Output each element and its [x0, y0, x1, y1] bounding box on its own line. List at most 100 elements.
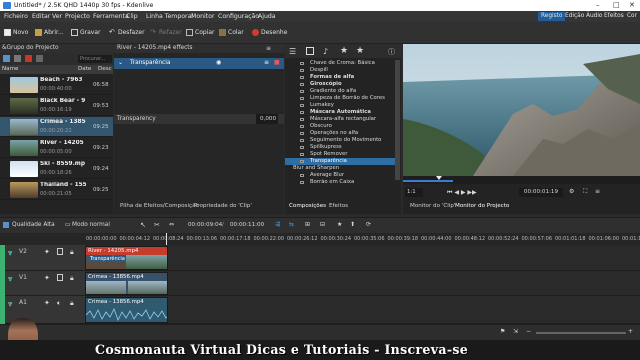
effect-item[interactable]: Giroscópio	[285, 81, 395, 88]
forward-icon[interactable]: ▶▶	[467, 189, 476, 196]
close-icon[interactable]: ✕	[629, 1, 635, 9]
bin-search-input[interactable]: Procurar...	[78, 55, 112, 63]
menu-editar[interactable]: Editar	[32, 13, 50, 20]
snap-icon[interactable]: ⇶	[275, 221, 280, 228]
effect-item[interactable]: Máscara Automática	[285, 109, 395, 116]
effect-item[interactable]: Borrão em Caixa	[285, 179, 395, 186]
effect-item[interactable]: Formas de alfa	[285, 74, 395, 81]
favorites-icon[interactable]: ★	[356, 46, 364, 56]
menu-clip[interactable]: Clip	[126, 13, 138, 20]
audio-effects-icon[interactable]: ♪	[323, 47, 328, 56]
skip-back-icon[interactable]: ⏮	[447, 189, 452, 196]
effect-item[interactable]: Gradiente do alfa	[285, 88, 395, 95]
effect-item[interactable]: Spillkupress	[285, 144, 395, 151]
lock-icon[interactable]: 🔒︎	[70, 248, 74, 257]
selection-tool-icon[interactable]: ↖	[140, 221, 146, 229]
list-item[interactable]: Ski - 8559.mp 00:00:18:26 09:24	[0, 159, 113, 179]
effect-item[interactable]: Seguimento do Movimento	[285, 137, 395, 144]
undo-button[interactable]: ↶ Desfazer	[109, 27, 145, 39]
paste-button[interactable]: Colar	[219, 27, 244, 39]
razor-tool-icon[interactable]: ✂	[154, 221, 160, 229]
timecode-display[interactable]: 00:00:01:19	[519, 188, 563, 197]
tag-icon[interactable]	[36, 55, 43, 62]
effect-menu-icon[interactable]: ≡	[264, 59, 269, 66]
effect-item[interactable]: Transparência	[285, 158, 395, 165]
effect-item[interactable]: Operações no alfa	[285, 130, 395, 137]
ripple-icon[interactable]: ⟳	[366, 221, 371, 228]
menu-projecto[interactable]: Projecto	[65, 13, 90, 20]
expand-track-icon[interactable]: ⩔	[8, 274, 13, 284]
menu-linha-temporal[interactable]: Linha Temporal	[146, 13, 193, 20]
effect-item[interactable]: Despill	[285, 67, 395, 74]
hide-track-icon[interactable]	[57, 248, 63, 255]
menu-ferramenta[interactable]: Ferramenta	[93, 13, 129, 20]
effect-item[interactable]: Lumakey	[285, 102, 395, 109]
menu-ver[interactable]: Ver	[52, 13, 62, 20]
delete-effect-icon[interactable]: ■	[274, 59, 280, 66]
quality-select[interactable]: Qualidade Alta	[12, 222, 55, 228]
spacer-tool-icon[interactable]: ⇔	[169, 221, 174, 228]
timeline-ruler[interactable]: 00:00:00:00 00:00:04:12 00:00:08:24 00:00:1…	[0, 233, 640, 324]
list-item[interactable]: River - 14205 00:00:05:00 09:23	[0, 138, 113, 158]
hide-track-icon[interactable]	[57, 274, 63, 281]
add-clip-icon[interactable]	[3, 55, 10, 62]
play-icon[interactable]: ▶	[461, 189, 466, 196]
list-item[interactable]: Beach - 7963 00:00:40:00 06:58	[0, 75, 113, 95]
tab-effect-stack[interactable]: Pilha de Efeitos/Composição	[120, 203, 199, 209]
workspace-tab-cor[interactable]: Cor	[624, 12, 640, 21]
lock-icon[interactable]: 🔒︎	[70, 274, 74, 283]
lift-icon[interactable]: ⬆	[350, 221, 355, 228]
monitor-ruler[interactable]	[403, 176, 640, 184]
menu-ficheiro[interactable]: Ficheiro	[4, 13, 28, 20]
monitor-options-icon[interactable]: ⚙	[569, 188, 574, 195]
zoom-in-icon[interactable]: +	[628, 328, 633, 335]
tab-compositions[interactable]: Composições	[289, 203, 326, 209]
menu-monitor[interactable]: Monitor	[191, 13, 215, 20]
video-preview[interactable]	[403, 44, 640, 176]
folder-icon[interactable]	[14, 55, 21, 62]
mute-track-icon[interactable]: 🔈︎	[57, 299, 61, 308]
stack-menu-icon[interactable]: ≡	[266, 45, 271, 52]
zoom-out-icon[interactable]: −	[526, 328, 531, 335]
workspace-tab-efeitos[interactable]: Efeitos	[601, 12, 627, 21]
effect-header[interactable]: Transparência	[114, 58, 284, 69]
track-effects-icon[interactable]: ✦	[44, 248, 50, 256]
collapse-chevron-icon[interactable]: ⌄	[118, 59, 123, 66]
transparency-value-input[interactable]: 0,000	[256, 114, 278, 124]
render-button[interactable]: Desenhe	[252, 27, 287, 39]
effect-item[interactable]: Average Blur	[285, 172, 395, 179]
zone-icon[interactable]: ⇆	[289, 221, 294, 228]
tag-icon[interactable]: ⚑	[500, 328, 505, 335]
playhead-icon[interactable]	[436, 176, 442, 180]
open-button[interactable]: Abrir...	[35, 27, 64, 39]
list-item[interactable]: Crimea - 13856 00:00:20:22 09:25	[0, 117, 113, 137]
effect-category[interactable]: Blur and Sharpen	[285, 165, 395, 172]
timeline-clip[interactable]: Crimea - 13856.mp4	[85, 272, 168, 295]
edit-mode-select[interactable]: Modo normal	[72, 222, 110, 228]
menu-configuracao[interactable]: Configuração	[218, 13, 259, 20]
timeline-clip[interactable]: Crimea - 13856.mp4	[85, 297, 168, 323]
tab-clip-properties[interactable]: Propriedade do 'Clip'	[194, 203, 252, 209]
monitor-menu-icon[interactable]: ≡	[595, 188, 600, 195]
maximize-icon[interactable]: □	[613, 1, 620, 9]
zoom-select[interactable]: 1:1	[405, 188, 423, 197]
col-date[interactable]: Date	[78, 65, 91, 74]
timeline-position[interactable]: 00:00:09:04	[188, 222, 222, 228]
monitor-fullscreen-icon[interactable]: ⛶	[583, 188, 587, 196]
tab-effects[interactable]: Efeitos	[329, 203, 348, 209]
minimize-icon[interactable]: –	[596, 1, 600, 9]
effect-item[interactable]: Chave de Croma: Básica	[285, 60, 395, 67]
info-icon[interactable]: ⓘ	[388, 47, 395, 57]
overwrite-icon[interactable]: ⊟	[320, 221, 325, 228]
effect-item[interactable]: Obscuro	[285, 123, 395, 130]
tab-project-monitor[interactable]: Monitor do Projecto	[455, 203, 509, 209]
rewind-icon[interactable]: ◀	[454, 189, 459, 196]
redo-button[interactable]: ↷ Refazer	[150, 27, 182, 39]
expand-track-icon[interactable]: ⩔	[8, 299, 13, 309]
menu-ajuda[interactable]: Ajuda	[258, 13, 276, 20]
lock-icon[interactable]: 🔒︎	[70, 299, 74, 308]
track-effects-icon[interactable]: ✦	[44, 274, 50, 282]
split-audio-icon[interactable]: ⇲	[513, 328, 518, 335]
zoom-slider[interactable]	[536, 332, 626, 334]
save-button[interactable]: Gravar	[71, 27, 101, 39]
